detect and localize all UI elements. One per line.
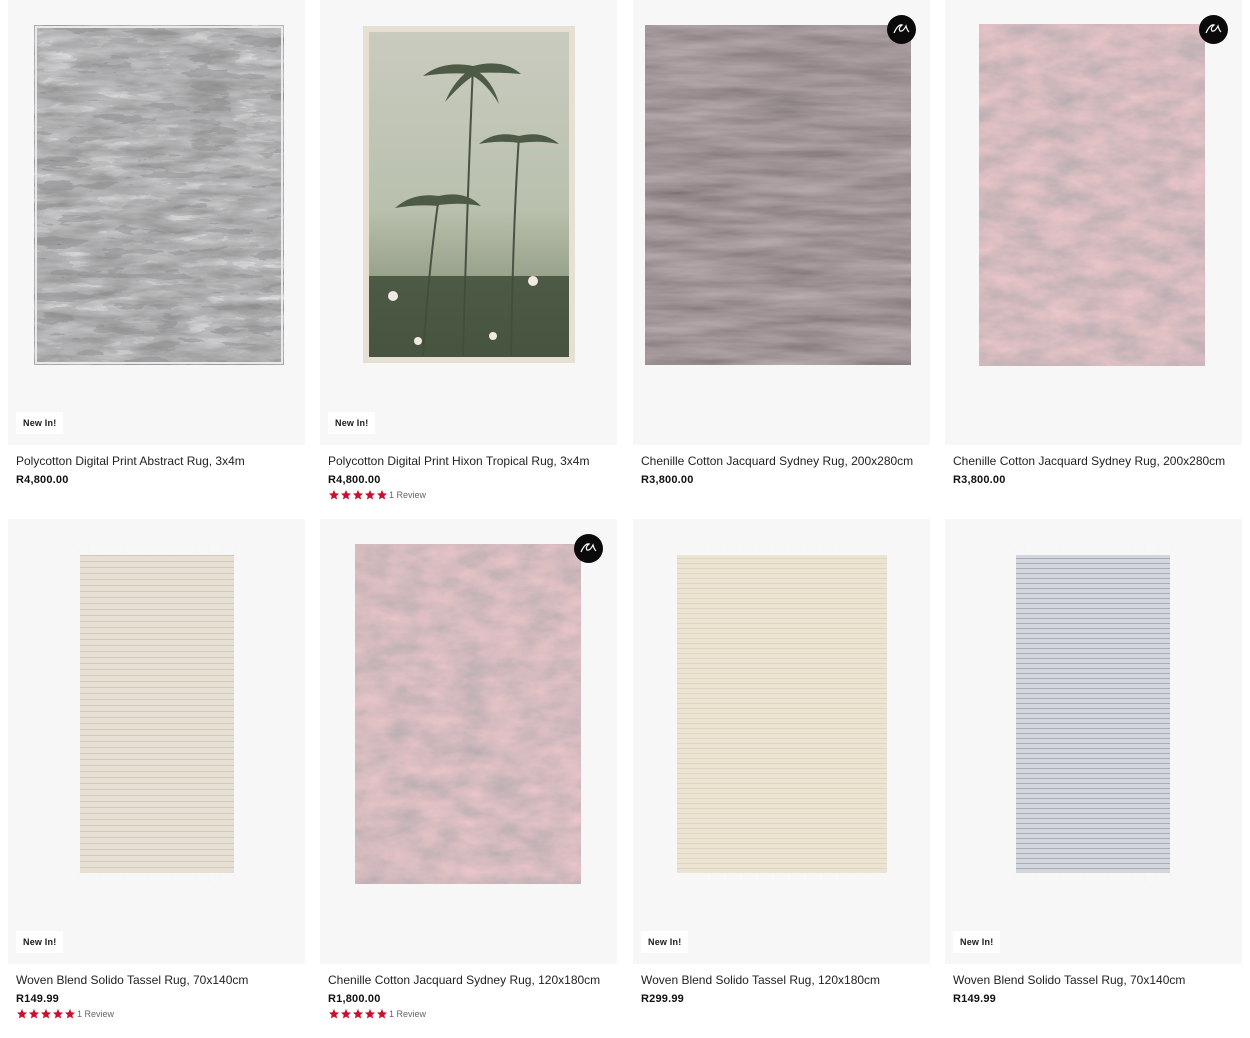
extra-badge (574, 534, 603, 563)
star-icon (53, 1009, 63, 1019)
star-icon (365, 490, 375, 500)
rug-image (645, 25, 911, 365)
star-rating (16, 1008, 76, 1020)
product-card[interactable]: New In! Polycotton Digital Print Hixon T… (320, 0, 617, 519)
rating[interactable]: 1 Review (328, 489, 426, 501)
product-image-link[interactable] (8, 0, 305, 445)
product-card[interactable]: New In! Woven Blend Solido Tassel Rug, 7… (945, 519, 1242, 1038)
product-image-link[interactable] (633, 519, 930, 964)
extra-logo-icon (1205, 24, 1222, 34)
star-icon (377, 490, 387, 500)
star-icon (329, 1009, 339, 1019)
product-price: R299.99 (641, 993, 684, 1005)
review-count: 1 Review (389, 1009, 427, 1019)
rating[interactable]: 1 Review (16, 1008, 114, 1020)
extra-logo-icon (893, 24, 910, 34)
star-icon (341, 490, 351, 500)
product-grid: New In! Polycotton Digital Print Abstrac… (0, 0, 1250, 1038)
star-icon (329, 490, 339, 500)
star-icon (365, 1009, 375, 1019)
rug-image (1011, 545, 1175, 883)
new-in-badge: New In! (641, 931, 689, 953)
product-image-link[interactable] (320, 519, 617, 964)
rug-image (363, 26, 575, 363)
product-title[interactable]: Chenille Cotton Jacquard Sydney Rug, 200… (953, 454, 1238, 468)
rug-image (75, 545, 239, 883)
product-price: R4,800.00 (16, 474, 69, 486)
product-card[interactable]: Chenille Cotton Jacquard Sydney Rug, 120… (320, 519, 617, 1038)
product-title[interactable]: Chenille Cotton Jacquard Sydney Rug, 200… (641, 454, 926, 468)
star-icon (353, 490, 363, 500)
product-card[interactable]: Chenille Cotton Jacquard Sydney Rug, 200… (633, 0, 930, 519)
product-card[interactable]: New In! Woven Blend Solido Tassel Rug, 7… (8, 519, 305, 1038)
star-icon (17, 1009, 27, 1019)
review-count: 1 Review (77, 1009, 115, 1019)
star-icon (29, 1009, 39, 1019)
star-rating (328, 489, 388, 501)
rug-image (34, 25, 284, 365)
product-card[interactable]: Chenille Cotton Jacquard Sydney Rug, 200… (945, 0, 1242, 519)
rug-image (355, 544, 581, 884)
rug-image (979, 24, 1205, 366)
extra-logo-icon (580, 543, 597, 553)
star-icon (377, 1009, 387, 1019)
rating[interactable]: 1 Review (328, 1008, 426, 1020)
new-in-badge: New In! (16, 412, 64, 434)
new-in-badge: New In! (16, 931, 64, 953)
product-price: R3,800.00 (641, 474, 694, 486)
new-in-badge: New In! (953, 931, 1001, 953)
product-title[interactable]: Polycotton Digital Print Abstract Rug, 3… (16, 454, 301, 468)
review-count: 1 Review (389, 490, 427, 500)
product-card[interactable]: New In! Polycotton Digital Print Abstrac… (8, 0, 305, 519)
product-title[interactable]: Woven Blend Solido Tassel Rug, 120x180cm (641, 973, 926, 987)
star-icon (341, 1009, 351, 1019)
star-rating (328, 1008, 388, 1020)
product-price: R4,800.00 (328, 474, 381, 486)
star-icon (65, 1009, 75, 1019)
product-title[interactable]: Woven Blend Solido Tassel Rug, 70x140cm (953, 973, 1238, 987)
extra-badge (1199, 15, 1228, 44)
product-title[interactable]: Chenille Cotton Jacquard Sydney Rug, 120… (328, 973, 613, 987)
product-image-link[interactable] (320, 0, 617, 445)
product-image-link[interactable] (633, 0, 930, 445)
product-price: R149.99 (953, 993, 996, 1005)
extra-badge (887, 15, 916, 44)
product-price: R149.99 (16, 993, 59, 1005)
product-card[interactable]: New In! Woven Blend Solido Tassel Rug, 1… (633, 519, 930, 1038)
star-icon (353, 1009, 363, 1019)
product-title[interactable]: Woven Blend Solido Tassel Rug, 70x140cm (16, 973, 301, 987)
product-image-link[interactable] (945, 0, 1242, 445)
rug-image (673, 545, 891, 883)
product-price: R3,800.00 (953, 474, 1006, 486)
product-price: R1,800.00 (328, 993, 381, 1005)
product-image-link[interactable] (8, 519, 305, 964)
star-icon (41, 1009, 51, 1019)
product-image-link[interactable] (945, 519, 1242, 964)
new-in-badge: New In! (328, 412, 376, 434)
product-title[interactable]: Polycotton Digital Print Hixon Tropical … (328, 454, 613, 468)
